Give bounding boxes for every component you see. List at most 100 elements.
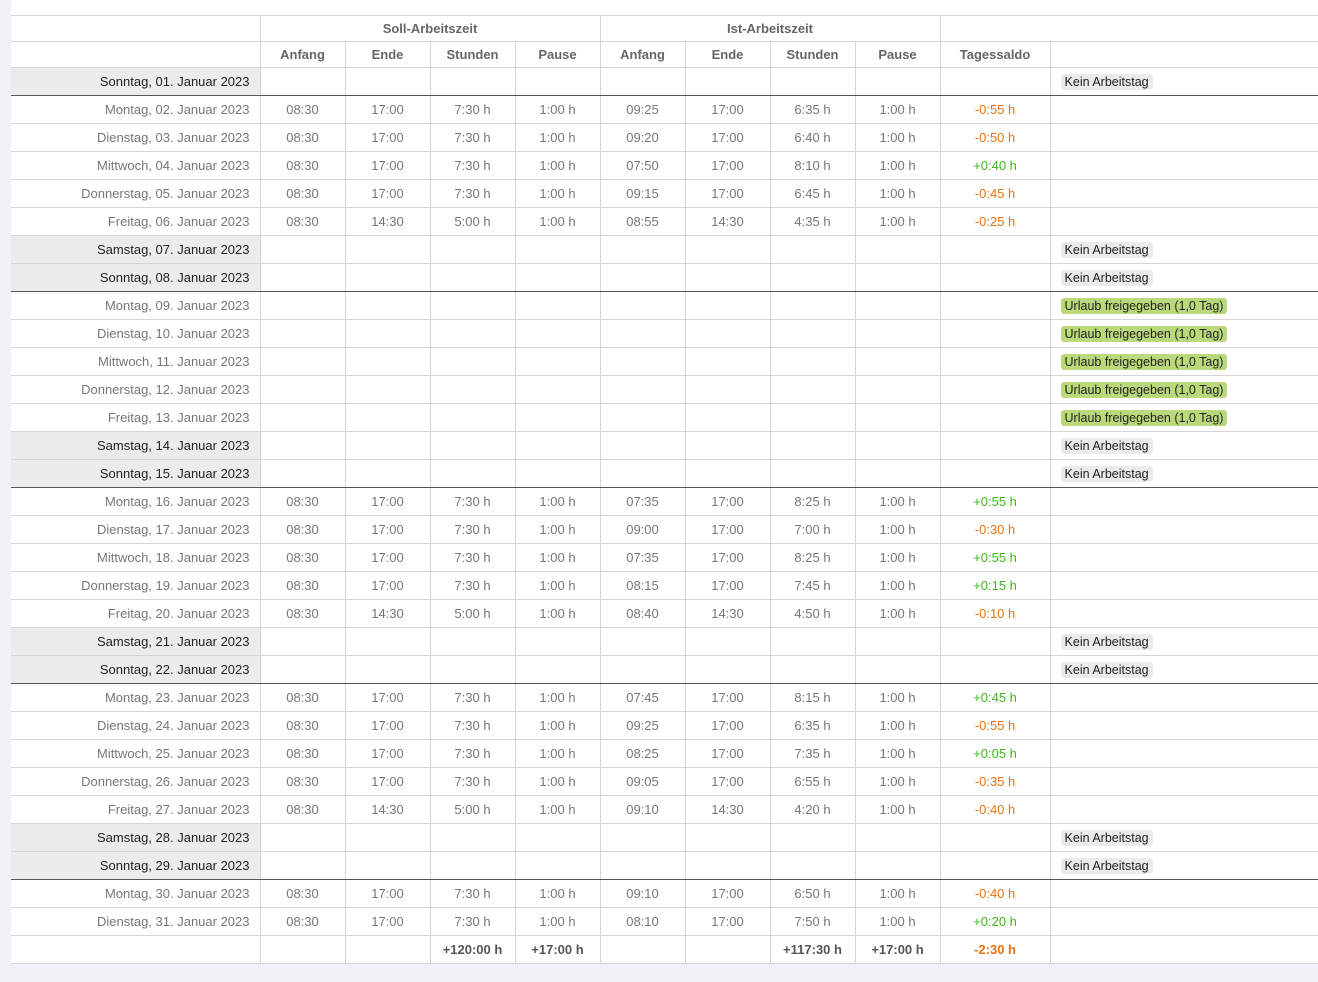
table-row: Freitag, 27. Januar 2023 08:30 14:30 5:00 h… <box>11 795 1318 824</box>
ist-anfang-cell: 07:35 <box>599 543 686 572</box>
soll-ende-cell <box>344 235 431 264</box>
saldo-cell <box>939 627 1051 656</box>
soll-stunden-cell: 7:30 h <box>429 487 516 516</box>
ist-pause-cell: 1:00 h <box>854 711 941 740</box>
soll-ende-cell: 17:00 <box>344 123 431 152</box>
date-cell: Mittwoch, 18. Januar 2023 <box>11 543 261 572</box>
soll-stunden-cell: 7:30 h <box>429 151 516 180</box>
vacation-badge: Urlaub freigegeben (1,0 Tag) <box>1060 381 1228 398</box>
ist-pause-cell: 1:00 h <box>854 543 941 572</box>
ist-ende-cell <box>684 67 771 96</box>
note-cell: Urlaub freigegeben (1,0 Tag) <box>1049 347 1318 376</box>
total-saldo: -2:30 h <box>939 935 1051 964</box>
time-report: Soll-Arbeitszeit Ist-Arbeitszeit Anfang … <box>11 0 1318 964</box>
note-cell <box>1049 487 1318 516</box>
ist-pause-cell: 1:00 h <box>854 515 941 544</box>
date-cell: Montag, 02. Januar 2023 <box>11 95 261 124</box>
date-cell: Donnerstag, 05. Januar 2023 <box>11 179 261 208</box>
ist-ende-cell <box>684 347 771 376</box>
soll-anfang-cell: 08:30 <box>259 907 346 936</box>
table-row: Dienstag, 03. Januar 2023 08:30 17:00 7:30 … <box>11 123 1318 152</box>
soll-anfang-cell: 08:30 <box>259 515 346 544</box>
soll-anfang-cell <box>259 459 346 488</box>
soll-anfang-cell <box>259 431 346 460</box>
saldo-cell: +0:05 h <box>939 739 1051 768</box>
ist-pause-cell: 1:00 h <box>854 767 941 796</box>
saldo-cell: +0:15 h <box>939 571 1051 600</box>
col-ist-anfang: Anfang <box>599 41 686 68</box>
ist-pause-cell <box>854 403 941 432</box>
soll-ende-cell: 17:00 <box>344 151 431 180</box>
ist-stunden-cell: 6:35 h <box>769 711 856 740</box>
vacation-badge: Urlaub freigegeben (1,0 Tag) <box>1060 297 1228 314</box>
soll-stunden-cell: 5:00 h <box>429 599 516 628</box>
ist-ende-cell <box>684 375 771 404</box>
date-cell: Dienstag, 24. Januar 2023 <box>11 711 261 740</box>
soll-stunden-cell: 7:30 h <box>429 711 516 740</box>
soll-ende-cell <box>344 67 431 96</box>
ist-stunden-cell <box>769 823 856 852</box>
soll-stunden-cell <box>429 347 516 376</box>
ist-stunden-cell <box>769 263 856 292</box>
soll-anfang-cell <box>259 67 346 96</box>
ist-ende-cell: 17:00 <box>684 767 771 796</box>
ist-ende-cell: 14:30 <box>684 207 771 236</box>
saldo-cell <box>939 347 1051 376</box>
vacation-badge: Urlaub freigegeben (1,0 Tag) <box>1060 325 1228 342</box>
table-row: Montag, 09. Januar 2023 Urlaub freigegebe… <box>11 291 1318 320</box>
table-row: Mittwoch, 04. Januar 2023 08:30 17:00 7:30 … <box>11 151 1318 180</box>
ist-anfang-cell <box>599 347 686 376</box>
totals-row: +120:00 h +17:00 h +117:30 h +17:00 h -2:30 … <box>11 935 1318 964</box>
ist-ende-cell: 17:00 <box>684 543 771 572</box>
note-cell <box>1049 515 1318 544</box>
date-cell: Donnerstag, 19. Januar 2023 <box>11 571 261 600</box>
ist-anfang-cell <box>599 627 686 656</box>
soll-stunden-cell <box>429 655 516 684</box>
soll-pause-cell: 1:00 h <box>514 487 601 516</box>
ist-anfang-cell: 07:45 <box>599 683 686 712</box>
ist-anfang-cell: 09:20 <box>599 123 686 152</box>
soll-stunden-cell <box>429 263 516 292</box>
saldo-cell: -0:35 h <box>939 767 1051 796</box>
soll-ende-cell: 17:00 <box>344 179 431 208</box>
ist-stunden-cell: 6:55 h <box>769 767 856 796</box>
soll-pause-cell: 1:00 h <box>514 123 601 152</box>
note-cell <box>1049 207 1318 236</box>
soll-anfang-cell <box>259 403 346 432</box>
soll-stunden-cell <box>429 459 516 488</box>
ist-anfang-cell: 09:10 <box>599 879 686 908</box>
soll-stunden-cell: 5:00 h <box>429 795 516 824</box>
soll-anfang-cell <box>259 375 346 404</box>
table-row: Mittwoch, 18. Januar 2023 08:30 17:00 7:30 … <box>11 543 1318 572</box>
soll-anfang-cell <box>259 291 346 320</box>
soll-ende-cell: 17:00 <box>344 767 431 796</box>
ist-pause-cell <box>854 347 941 376</box>
soll-header: Soll-Arbeitszeit <box>259 15 601 42</box>
ist-pause-cell: 1:00 h <box>854 599 941 628</box>
soll-anfang-cell: 08:30 <box>259 487 346 516</box>
soll-stunden-cell <box>429 375 516 404</box>
total-ist-ende <box>684 935 771 964</box>
ist-pause-cell: 1:00 h <box>854 123 941 152</box>
soll-pause-cell <box>514 431 601 460</box>
table-row: Sonntag, 01. Januar 2023 Kein Arbeitstag <box>11 67 1318 96</box>
table-row: Montag, 23. Januar 2023 08:30 17:00 7:30 h1… <box>11 683 1318 712</box>
saldo-cell: -0:10 h <box>939 599 1051 628</box>
soll-pause-cell <box>514 347 601 376</box>
soll-stunden-cell: 7:30 h <box>429 767 516 796</box>
soll-ende-cell <box>344 851 431 880</box>
table-row: Donnerstag, 26. Januar 2023 08:30 17:00 7:3… <box>11 767 1318 796</box>
date-cell: Dienstag, 10. Januar 2023 <box>11 319 261 348</box>
ist-pause-cell: 1:00 h <box>854 683 941 712</box>
table-row: Dienstag, 24. Januar 2023 08:30 17:00 7:30 … <box>11 711 1318 740</box>
soll-stunden-cell: 7:30 h <box>429 907 516 936</box>
soll-stunden-cell: 5:00 h <box>429 207 516 236</box>
total-soll-anfang <box>259 935 346 964</box>
ist-anfang-cell: 08:15 <box>599 571 686 600</box>
ist-stunden-cell: 7:00 h <box>769 515 856 544</box>
date-cell: Mittwoch, 04. Januar 2023 <box>11 151 261 180</box>
date-cell: Donnerstag, 26. Januar 2023 <box>11 767 261 796</box>
saldo-cell: -0:45 h <box>939 179 1051 208</box>
date-cell: Montag, 23. Januar 2023 <box>11 683 261 712</box>
soll-ende-cell: 17:00 <box>344 95 431 124</box>
